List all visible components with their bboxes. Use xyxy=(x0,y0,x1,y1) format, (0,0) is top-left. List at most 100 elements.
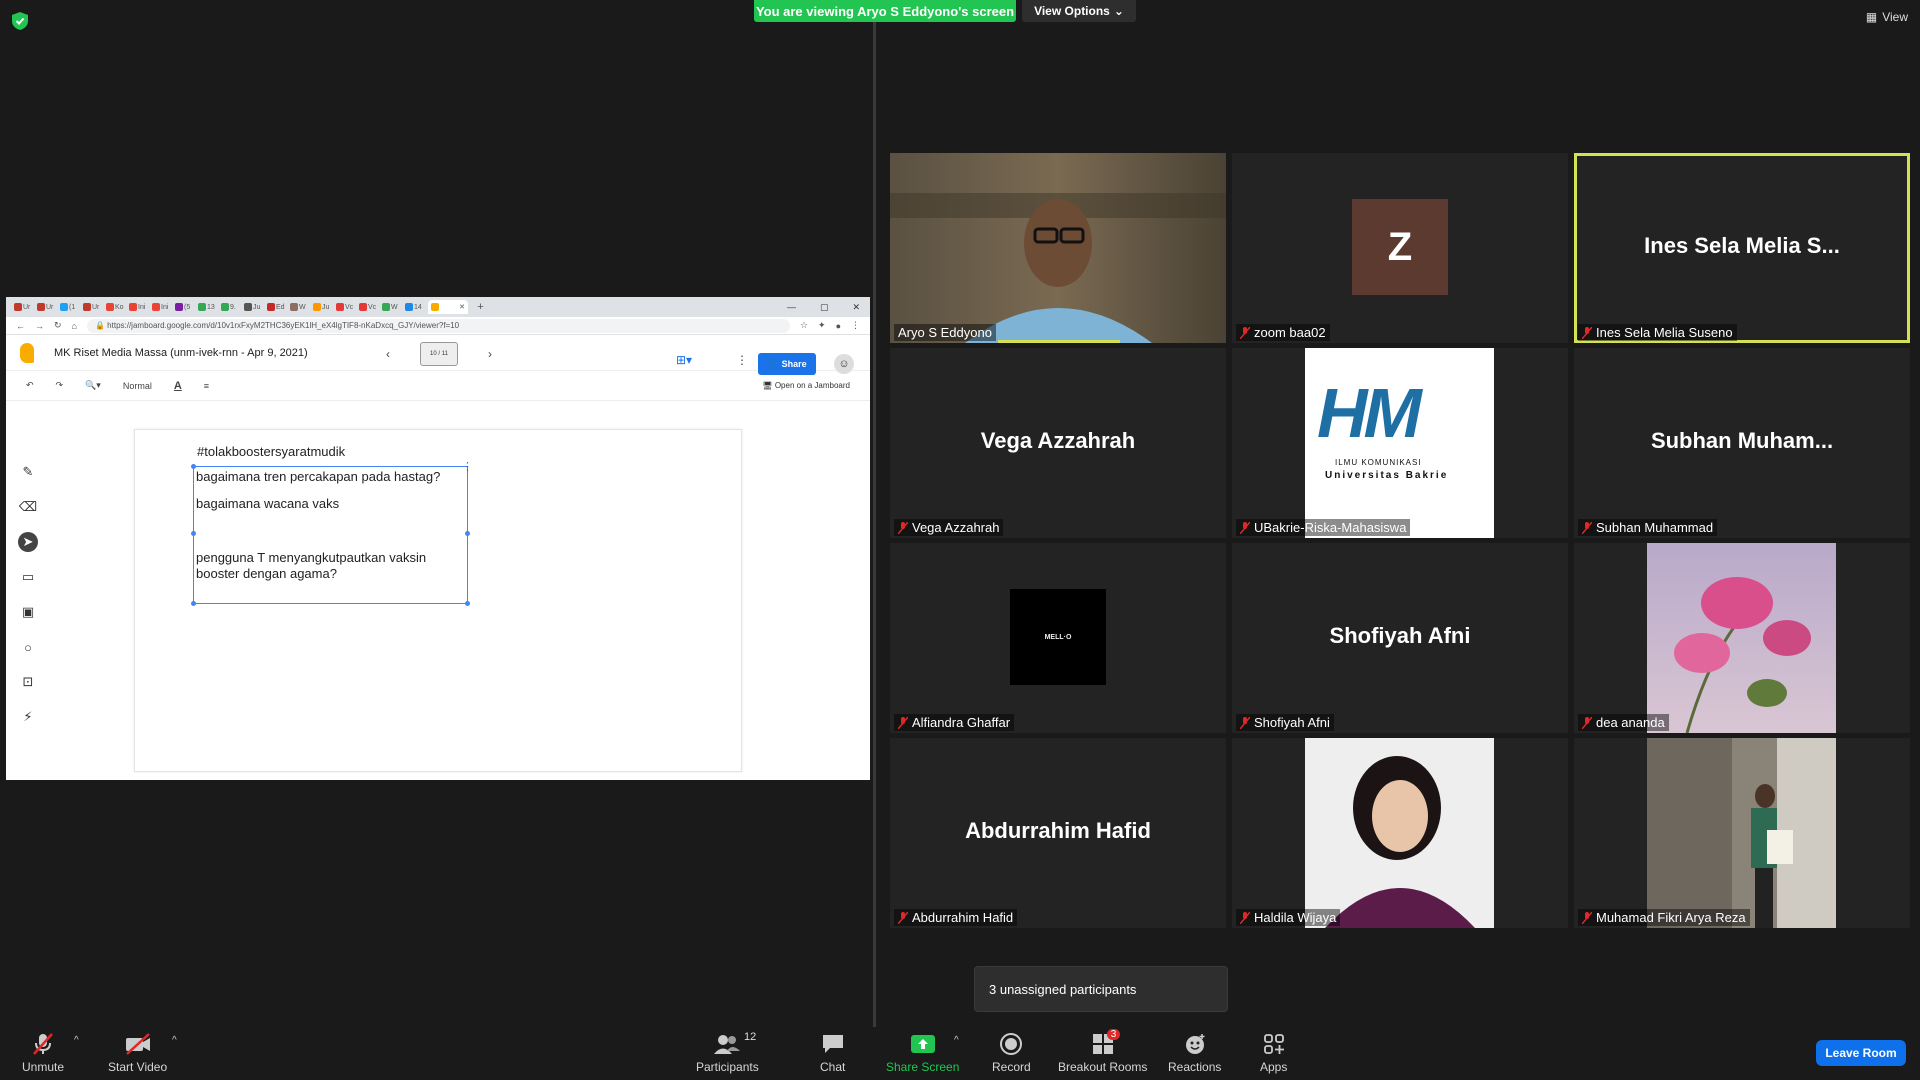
resize-handle[interactable] xyxy=(191,531,196,536)
browser-tab[interactable]: Ur xyxy=(37,300,58,314)
extensions-icon[interactable]: ✦ xyxy=(818,320,826,331)
hashtag-text[interactable]: #tolakboostersyaratmudik xyxy=(197,444,345,459)
browser-tab[interactable]: Vc xyxy=(336,300,357,314)
redo-icon[interactable]: ↷ xyxy=(56,380,64,391)
participant-tile[interactable]: Muhamad Fikri Arya Reza xyxy=(1574,738,1910,928)
record-button[interactable]: Record xyxy=(992,1031,1031,1074)
security-shield-icon[interactable] xyxy=(12,12,28,30)
browser-tab[interactable]: Ur xyxy=(83,300,104,314)
tab-favicon-icon xyxy=(382,303,390,311)
browser-tab-active[interactable]: ✕ xyxy=(428,300,468,314)
star-icon[interactable]: ☆ xyxy=(800,320,808,331)
participant-name: Muhamad Fikri Arya Reza xyxy=(1596,910,1746,925)
browser-tab[interactable]: Ur xyxy=(14,300,35,314)
zoom-icon[interactable]: 🔍▾ xyxy=(85,380,101,391)
browser-tab[interactable]: (5 xyxy=(175,300,196,314)
zoom-select[interactable]: Normal xyxy=(123,381,152,391)
start-video-button[interactable]: Start Video xyxy=(108,1031,167,1074)
participant-tile[interactable]: Z zoom baa02 xyxy=(1232,153,1568,343)
eraser-icon[interactable]: ⌫ xyxy=(18,497,38,517)
add-frame-icon[interactable]: ⊞▾ xyxy=(676,353,692,367)
resize-handle[interactable] xyxy=(465,601,470,606)
participant-tile[interactable]: HM ILMU KOMUNIKASI Universitas Bakrie UB… xyxy=(1232,348,1568,538)
selected-textbox[interactable]: bagaimana tren percakapan pada hastag? b… xyxy=(191,461,473,606)
chat-button[interactable]: Chat xyxy=(820,1031,845,1074)
breakout-rooms-button[interactable]: 3 Breakout Rooms xyxy=(1058,1029,1147,1074)
profile-icon[interactable]: ● xyxy=(836,321,841,331)
resize-handle[interactable] xyxy=(191,601,196,606)
next-frame-icon[interactable]: › xyxy=(488,347,492,361)
jamboard-canvas[interactable]: #tolakboostersyaratmudik bagaimana tren … xyxy=(134,429,742,772)
close-tab-icon[interactable]: ✕ xyxy=(459,303,465,311)
prev-frame-icon[interactable]: ‹ xyxy=(386,347,390,361)
more-options-icon[interactable]: ⋮ xyxy=(736,353,748,367)
back-icon[interactable]: ← xyxy=(16,321,25,331)
participants-button[interactable]: 12 Participants xyxy=(696,1031,759,1074)
participant-tile[interactable]: Haldila Wijaya xyxy=(1232,738,1568,928)
browser-tab[interactable]: Ko xyxy=(106,300,127,314)
participant-tile[interactable]: Shofiyah Afni Shofiyah Afni xyxy=(1232,543,1568,733)
url-field[interactable]: 🔒 https://jamboard.google.com/d/10v1rxFx… xyxy=(86,318,790,333)
align-icon[interactable]: ≡ xyxy=(204,381,209,391)
browser-tab[interactable]: 14 xyxy=(405,300,426,314)
browser-tab[interactable]: Ju xyxy=(313,300,334,314)
split-divider[interactable] xyxy=(873,22,876,1027)
participant-name-label: Shofiyah Afni xyxy=(1236,714,1334,731)
resize-handle[interactable] xyxy=(465,531,470,536)
close-window-icon[interactable]: ✕ xyxy=(852,302,860,313)
view-options-button[interactable]: View Options ⌄ xyxy=(1022,0,1136,22)
browser-tab[interactable]: Ed xyxy=(267,300,288,314)
text-color-icon[interactable]: A xyxy=(174,380,182,392)
circle-shape-icon[interactable]: ○ xyxy=(18,637,38,657)
new-tab-button[interactable]: + xyxy=(470,300,491,314)
unassigned-participants-tooltip[interactable]: 3 unassigned participants xyxy=(974,966,1228,1012)
browser-tab[interactable]: 9. xyxy=(221,300,242,314)
textbox-icon[interactable]: ⊡ xyxy=(18,672,38,692)
undo-icon[interactable]: ↶ xyxy=(26,380,34,391)
share-options-caret-icon[interactable]: ^ xyxy=(954,1035,959,1046)
browser-tab[interactable]: W xyxy=(382,300,403,314)
participant-tile[interactable]: Abdurrahim Hafid Abdurrahim Hafid xyxy=(890,738,1226,928)
participant-tile[interactable]: MELL·O Alfiandra Ghaffar xyxy=(890,543,1226,733)
browser-tab[interactable]: Vc xyxy=(359,300,380,314)
browser-tab[interactable]: Ju xyxy=(244,300,265,314)
forward-icon[interactable]: → xyxy=(35,321,44,331)
share-button[interactable]: 👤 Share xyxy=(758,353,816,375)
image-icon[interactable]: ▣ xyxy=(18,602,38,622)
textbox-menu-icon[interactable]: ⋮ xyxy=(462,459,473,475)
reload-icon[interactable]: ↻ xyxy=(54,320,62,331)
laser-icon[interactable]: ⚡ xyxy=(18,707,38,727)
browser-tab[interactable]: Ini xyxy=(152,300,173,314)
audio-options-caret-icon[interactable]: ^ xyxy=(74,1035,79,1046)
reactions-button[interactable]: Reactions xyxy=(1168,1031,1221,1074)
participant-tile[interactable]: Aryo S Eddyono xyxy=(890,153,1226,343)
frame-bar-button[interactable]: 10 / 11 xyxy=(420,342,458,366)
share-screen-button[interactable]: Share Screen xyxy=(886,1031,959,1074)
leave-room-button[interactable]: Leave Room xyxy=(1816,1040,1906,1066)
breakout-badge: 3 xyxy=(1106,1029,1121,1040)
participant-tile[interactable]: dea ananda xyxy=(1574,543,1910,733)
browser-tab[interactable]: (1 xyxy=(60,300,81,314)
browser-tab[interactable]: W xyxy=(290,300,311,314)
home-icon[interactable]: ⌂ xyxy=(72,321,77,331)
menu-kebab-icon[interactable]: ⋮ xyxy=(851,320,860,331)
minimize-icon[interactable]: — xyxy=(787,302,796,313)
pen-icon[interactable]: ✎ xyxy=(18,462,38,482)
maximize-icon[interactable]: ▢ xyxy=(820,302,829,313)
unmute-button[interactable]: Unmute xyxy=(22,1031,64,1074)
participant-tile[interactable]: Subhan Muham... Subhan Muhammad xyxy=(1574,348,1910,538)
open-on-jamboard-button[interactable]: 🖥 Open on a Jamboard xyxy=(762,381,850,390)
sticky-note-icon[interactable]: ▭ xyxy=(18,567,38,587)
apps-button[interactable]: Apps xyxy=(1260,1031,1287,1074)
browser-tab[interactable]: Ini xyxy=(129,300,150,314)
chat-label: Chat xyxy=(820,1060,846,1074)
participant-name-label: Aryo S Eddyono xyxy=(894,324,996,341)
video-options-caret-icon[interactable]: ^ xyxy=(172,1035,177,1046)
select-arrow-icon[interactable]: ➤ xyxy=(18,532,38,552)
view-button[interactable]: ▦ View xyxy=(1866,10,1908,24)
participant-tile-active-speaker[interactable]: Ines Sela Melia S... Ines Sela Melia Sus… xyxy=(1574,153,1910,343)
participant-tile[interactable]: Vega Azzahrah Vega Azzahrah xyxy=(890,348,1226,538)
browser-tab[interactable]: 13 xyxy=(198,300,219,314)
account-avatar[interactable]: ☺ xyxy=(834,354,854,374)
resize-handle[interactable] xyxy=(191,464,196,469)
